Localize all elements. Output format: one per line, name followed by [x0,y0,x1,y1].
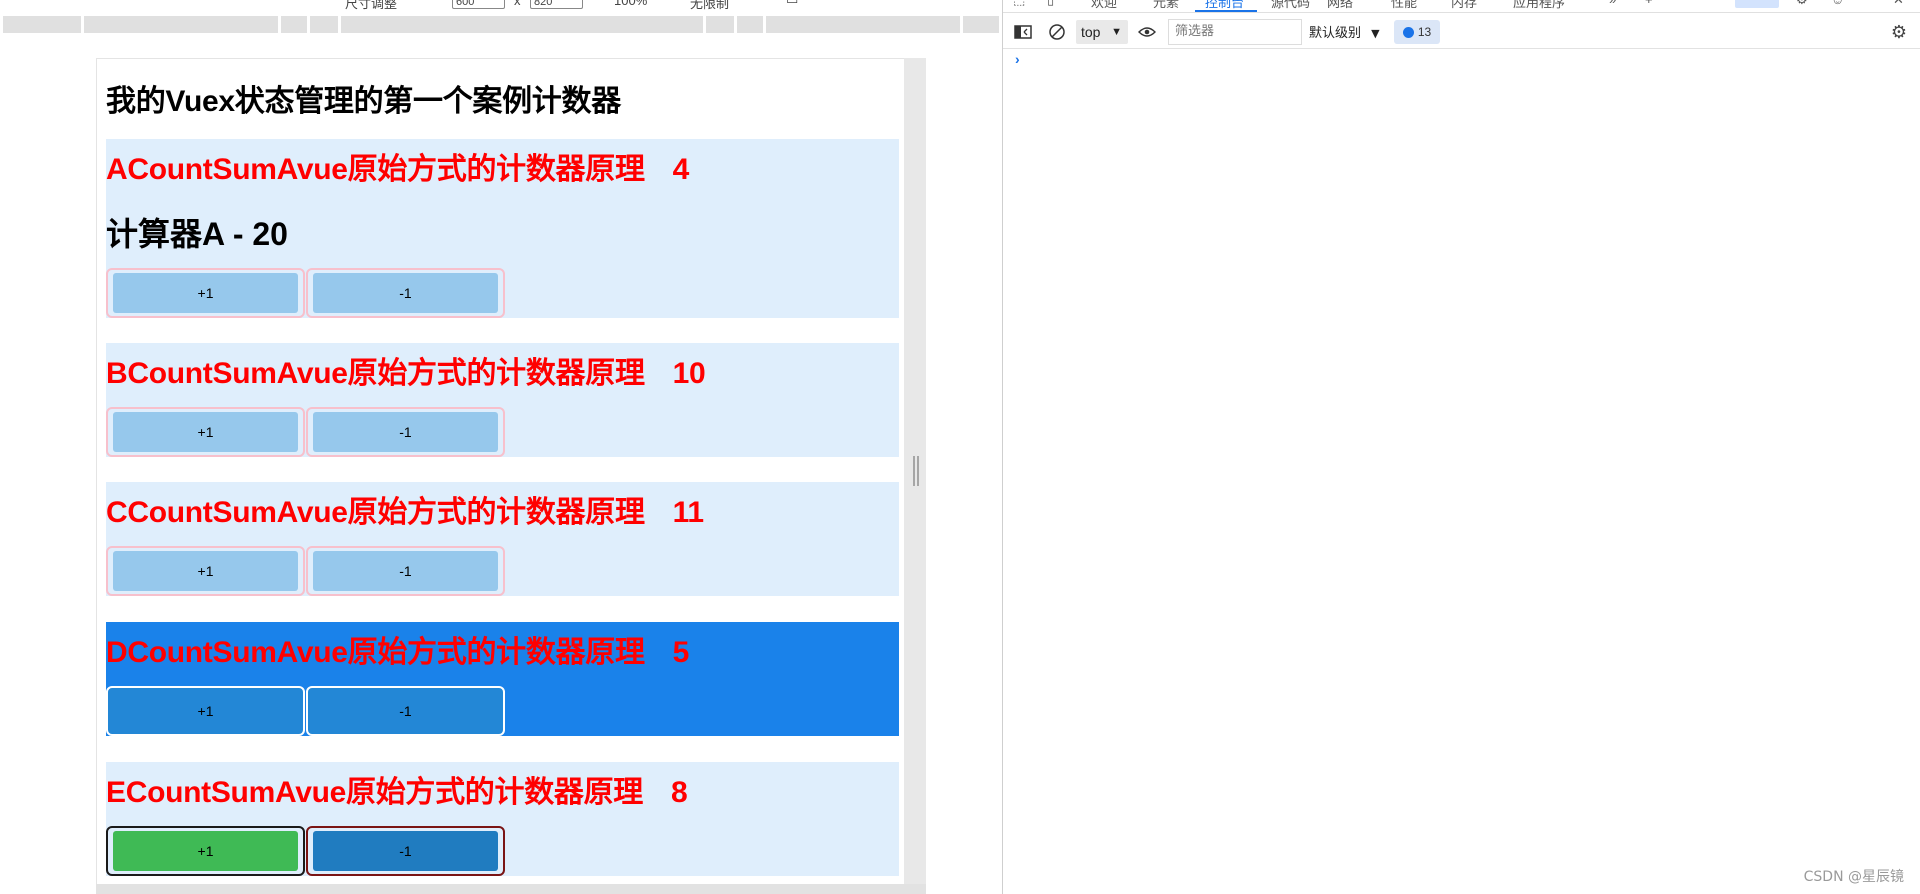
device-emulation-toolbar: 尺寸调整 600 x 820 100% 无限制 ▭ [0,0,1001,16]
tab-performance[interactable]: 性能 [1391,0,1417,11]
add-tab-icon[interactable]: + [1645,0,1653,7]
ruler-segment[interactable] [963,16,999,33]
counter-b-value: 10 [672,357,706,390]
ruler-segment[interactable] [766,16,960,33]
active-tab-indicator [1195,10,1257,12]
counter-e-minus-label: -1 [313,831,498,871]
ruler-segment[interactable] [706,16,734,33]
width-input[interactable]: 600 [452,0,505,9]
counter-a-minus-label: -1 [313,273,498,313]
counter-e-title: ECountSumAvue原始方式的计数器原理 8 [106,767,688,811]
counter-b-title: BCountSumAvue原始方式的计数器原理 10 [106,348,706,392]
clear-console-icon[interactable] [1047,22,1067,42]
close-icon[interactable]: ✕ [1893,0,1904,8]
console-prompt[interactable]: › [1015,51,1020,67]
context-select-value: top [1081,24,1101,40]
counter-b-plus-label: +1 [113,412,298,452]
counter-a-label: ACountSumAvue原始方式的计数器原理 [106,153,645,186]
viewport-bottom-edge [96,884,926,894]
sidebar-toggle-icon[interactable] [1013,22,1033,42]
issues-badge[interactable] [1735,0,1779,8]
size-label[interactable]: 尺寸调整 [345,0,397,12]
ruler-segment[interactable] [84,16,278,33]
counter-a-title: ACountSumAvue原始方式的计数器原理 4 [106,144,689,188]
more-tabs-icon[interactable]: » [1609,0,1616,7]
emulated-page: 我的Vuex状态管理的第一个案例计数器 ACountSumAvue原始方式的计数… [96,58,926,894]
ruler-segment[interactable] [341,16,703,33]
counter-c-title: CCountSumAvue原始方式的计数器原理 11 [106,487,704,531]
counter-c-minus-label: -1 [313,551,498,591]
height-input[interactable]: 820 [530,0,583,9]
counter-d-plus-button[interactable]: +1 [106,686,305,736]
counter-d-minus-label: -1 [399,703,412,719]
chevron-down-icon: ▼ [1371,27,1380,40]
devtools-tabbar: ⬚ ▯ 欢迎 元素 控制台 源代码 网络 性能 内存 应用程序 » + ⚙ ☺ … [1003,0,1920,13]
message-count: 13 [1417,25,1432,39]
tab-memory[interactable]: 内存 [1451,0,1477,11]
counter-c-value: 11 [672,496,704,529]
counter-d-value: 5 [672,636,690,669]
media-query-ruler[interactable] [0,16,1001,34]
counter-b-label: BCountSumAvue原始方式的计数器原理 [106,357,645,390]
counter-a-plus-button[interactable]: +1 [106,268,305,318]
devtools-panel: ⬚ ▯ 欢迎 元素 控制台 源代码 网络 性能 内存 应用程序 » + ⚙ ☺ … [1002,0,1920,894]
counter-b-panel: BCountSumAvue原始方式的计数器原理 10 +1 -1 [106,343,899,457]
counter-d-minus-button[interactable]: -1 [306,686,505,736]
ruler-segment[interactable] [3,16,81,33]
tab-network[interactable]: 网络 [1327,0,1353,11]
settings-icon[interactable]: ⚙ [1796,0,1808,8]
ruler-segment[interactable] [281,16,307,33]
counter-c-plus-label: +1 [113,551,298,591]
calculator-a-subtitle: 计算器A - 20 [106,216,288,252]
counter-d-plus-label: +1 [197,703,214,719]
counter-c-minus-button[interactable]: -1 [306,546,505,596]
counter-e-plus-label: +1 [113,831,298,871]
context-select[interactable]: top ▼ [1076,20,1128,44]
inspect-icon[interactable]: ⬚ [1013,0,1025,8]
eye-icon[interactable] [1137,23,1157,41]
counter-e-value: 8 [671,776,688,809]
counter-d-panel: DCountSumAvue原始方式的计数器原理 5 +1 -1 [106,622,899,736]
chevron-down-icon: ▼ [1111,26,1122,38]
device-toolbar-icon[interactable]: ▯ [1047,0,1054,8]
tab-sources[interactable]: 源代码 [1271,0,1310,11]
ruler-segment[interactable] [737,16,763,33]
counter-e-minus-button[interactable]: -1 [306,826,505,876]
counter-b-plus-button[interactable]: +1 [106,407,305,457]
log-level-value: 默认级别 [1309,26,1362,41]
feedback-icon[interactable]: ☺ [1831,0,1844,7]
tab-application[interactable]: 应用程序 [1513,0,1565,11]
console-toolbar: top ▼ 筛选器 默认级别 ▼ 13 ⚙ [1003,14,1920,49]
counter-c-panel: CCountSumAvue原始方式的计数器原理 11 +1 -1 [106,482,899,596]
throttle-select[interactable]: 无限制 [690,0,729,12]
message-count-badge[interactable]: 13 [1394,20,1440,44]
log-level-select[interactable]: 默认级别 ▼ [1309,22,1380,41]
counter-b-minus-button[interactable]: -1 [306,407,505,457]
counter-a-minus-button[interactable]: -1 [306,268,505,318]
times-label: x [514,0,521,8]
tab-elements[interactable]: 元素 [1153,0,1179,11]
counter-a-panel: ACountSumAvue原始方式的计数器原理 4 计算器A - 20 +1 -1 [106,139,899,318]
viewport-area: 尺寸调整 600 x 820 100% 无限制 ▭ 我的Vuex状态管理的第一个… [0,0,1001,894]
counter-c-label: CCountSumAvue原始方式的计数器原理 [106,496,645,529]
ruler-segment[interactable] [310,16,338,33]
counter-e-panel: ECountSumAvue原始方式的计数器原理 8 +1 -1 [106,762,899,876]
tab-welcome[interactable]: 欢迎 [1091,0,1117,11]
counter-e-plus-button[interactable]: +1 [106,826,305,876]
counter-d-title: DCountSumAvue原始方式的计数器原理 5 [106,627,689,671]
counter-d-label: DCountSumAvue原始方式的计数器原理 [106,636,645,669]
counter-a-value: 4 [672,153,690,186]
rotate-icon[interactable]: ▭ [786,0,798,8]
zoom-select[interactable]: 100% [614,0,647,8]
message-icon [1402,26,1414,38]
counter-c-plus-button[interactable]: +1 [106,546,305,596]
counter-b-minus-label: -1 [313,412,498,452]
gear-icon[interactable]: ⚙ [1889,22,1909,42]
counter-a-plus-label: +1 [113,273,298,313]
watermark: CSDN @星辰镜 [1803,869,1904,885]
page-title: 我的Vuex状态管理的第一个案例计数器 [106,85,621,118]
counter-e-label: ECountSumAvue原始方式的计数器原理 [106,776,643,809]
filter-input[interactable]: 筛选器 [1168,19,1302,45]
viewport-resize-handle[interactable] [913,456,919,486]
